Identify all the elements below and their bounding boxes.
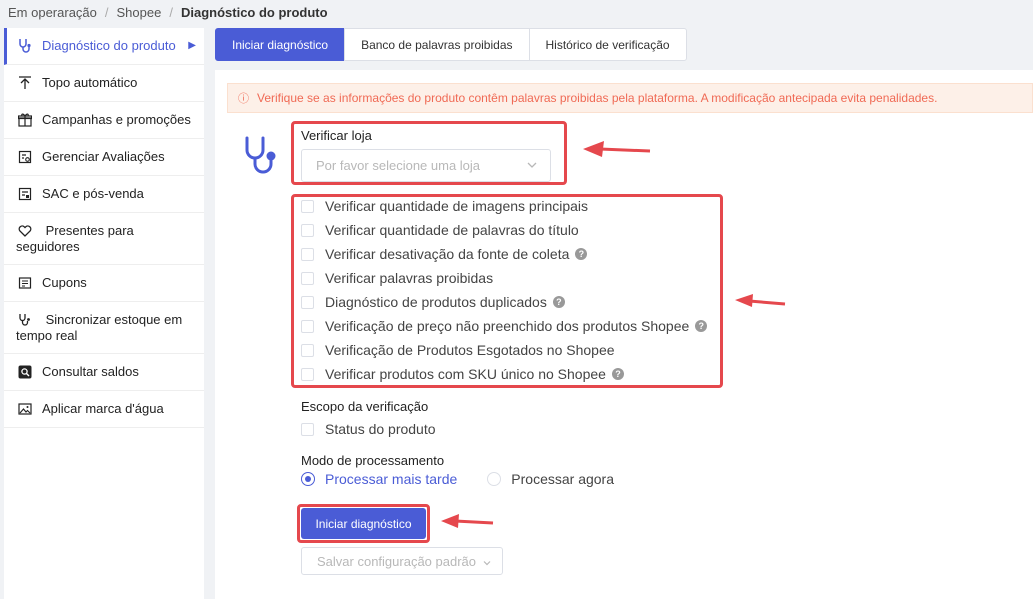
sidebar-item-product-diagnosis[interactable]: Diagnóstico do produto ▶ [4,28,204,65]
tab-forbidden-words[interactable]: Banco de palavras proibidas [344,28,530,61]
annotation-arrow-store [583,141,651,157]
annotation-arrow-checks [735,294,786,307]
annotation-arrow-start [441,514,494,528]
annotation-box-store [291,121,567,185]
tab-start-diagnosis[interactable]: Iniciar diagnóstico [215,28,346,61]
radio-now-label[interactable]: Processar agora [511,471,614,487]
review-icon [16,149,34,165]
info-alert: ⓘ Verifique se as informações do produto… [227,83,1033,113]
arrow-up-icon [16,75,34,91]
sidebar-item-sac[interactable]: SAC e pós-venda [4,176,204,213]
sidebar-item-label: SAC e pós-venda [42,186,144,201]
stethoscope-icon [243,134,283,181]
checkbox[interactable] [301,422,314,436]
tab-bar: Iniciar diagnóstico Banco de palavras pr… [215,28,687,61]
sidebar-item-auto-top[interactable]: Topo automático [4,65,204,102]
tab-history[interactable]: Histórico de verificação [528,28,687,61]
sidebar-item-label: Gerenciar Avaliações [42,149,165,164]
sidebar-item-label: Aplicar marca d'água [42,401,164,416]
coupon-icon [16,275,34,291]
sidebar-item-sync-stock[interactable]: Sincronizar estoque em tempo real [4,302,204,354]
sidebar-item-reviews[interactable]: Gerenciar Avaliações [4,139,204,176]
chevron-down-icon [482,556,492,571]
breadcrumb-item-shopee[interactable]: Shopee [117,5,162,20]
sidebar-item-label: Diagnóstico do produto [42,38,176,53]
main-panel: ⓘ Verifique se as informações do produto… [215,70,1033,599]
service-icon [16,186,34,202]
radio-later-label[interactable]: Processar mais tarde [325,471,457,487]
sidebar-item-label: Campanhas e promoções [42,112,191,127]
sidebar-item-follower-gifts[interactable]: Presentes para seguidores [4,213,204,265]
mode-label: Modo de processamento [301,453,445,468]
alert-text: Verifique se as informações do produto c… [257,91,938,105]
breadcrumb-separator: / [104,4,109,20]
annotation-box-start [297,504,430,543]
balance-icon [16,364,34,380]
sidebar-item-campaigns[interactable]: Campanhas e promoções [4,102,204,139]
breadcrumb-separator: / [169,4,173,20]
breadcrumb-item-operation[interactable]: Em operaração [8,5,97,20]
sidebar: Diagnóstico do produto ▶ Topo automático… [4,28,204,599]
sidebar-item-label: Cupons [42,275,87,290]
sidebar-item-label: Topo automático [42,75,138,90]
sidebar-item-balances[interactable]: Consultar saldos [4,354,204,391]
info-circle-icon: ⓘ [238,93,249,105]
breadcrumb-item-current: Diagnóstico do produto [180,4,328,20]
radio-now[interactable] [487,472,502,486]
save-default-config-label: Salvar configuração padrão [317,553,476,569]
annotation-box-checks [291,194,723,388]
save-default-config-button[interactable]: Salvar configuração padrão [301,547,503,575]
check-product-status[interactable]: Status do produto [301,420,436,438]
sidebar-item-coupons[interactable]: Cupons [4,265,204,302]
heart-icon [16,223,34,239]
breadcrumb: Em operaração / Shopee / Diagnóstico do … [0,0,1033,24]
sync-stock-icon [16,312,34,328]
radio-later[interactable] [301,472,315,486]
scope-label: Escopo da verificação [301,399,429,414]
check-label: Status do produto [325,421,436,437]
sidebar-item-label: Sincronizar estoque em tempo real [16,312,183,343]
sidebar-item-label: Consultar saldos [42,364,139,379]
mode-radio-group: Processar mais tarde Processar agora [301,471,614,487]
gift-icon [16,112,34,128]
sidebar-item-watermark[interactable]: Aplicar marca d'água [4,391,204,428]
watermark-icon [16,401,34,417]
caret-right-icon: ▶ [188,40,196,51]
stethoscope-icon [16,38,34,54]
